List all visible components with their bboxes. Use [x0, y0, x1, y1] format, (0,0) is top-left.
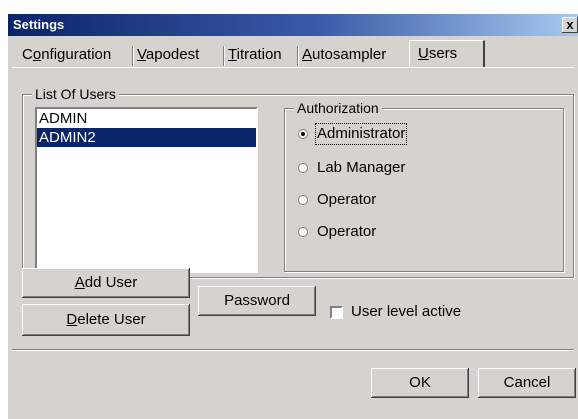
button-label: Password [224, 292, 290, 309]
list-item-admin2[interactable]: ADMIN2 [37, 128, 256, 147]
delete-user-button[interactable]: Delete User [22, 304, 190, 336]
tab-configuration[interactable]: Configuration [22, 44, 111, 66]
tab-autosampler[interactable]: Autosampler [302, 44, 386, 66]
password-button[interactable]: Password [198, 286, 316, 316]
footer-divider [12, 349, 574, 350]
title-bar[interactable]: Settings x [8, 14, 578, 36]
tab-panel-border [12, 67, 574, 68]
button-label: dd User [84, 274, 138, 291]
tab-label: Users [418, 45, 458, 62]
radio-label: Operator [317, 191, 377, 208]
user-level-active-checkbox[interactable] [330, 306, 343, 319]
tab-titration[interactable]: Titration [228, 44, 282, 66]
tab-separator [223, 46, 224, 66]
radio-unchecked-icon [298, 227, 308, 237]
ok-button[interactable]: OK [371, 368, 469, 398]
button-label: OK [409, 374, 431, 391]
add-user-button[interactable]: Add User [22, 268, 190, 298]
tab-separator [132, 46, 133, 66]
radio-unchecked-icon [298, 163, 308, 173]
radio-checked-icon [298, 129, 308, 139]
close-button[interactable]: x [562, 17, 578, 33]
list-of-users-caption: List Of Users [32, 86, 119, 102]
button-label: Cancel [503, 374, 551, 391]
settings-dialog: Settings x Configuration Vapodest Titrat… [8, 14, 578, 419]
tab-vapodest[interactable]: Vapodest [137, 44, 199, 66]
tab-label: Vapodest [137, 46, 200, 63]
accelerator-key: D [66, 311, 78, 328]
tab-separator [297, 46, 298, 66]
authorization-caption: Authorization [294, 100, 382, 116]
tab-label: Configuration [22, 46, 112, 63]
tab-label: Autosampler [302, 46, 387, 63]
tab-label: Titration [228, 46, 282, 63]
window-title: Settings [13, 17, 65, 32]
tab-users[interactable]: Users [409, 40, 485, 67]
radio-label: Lab Manager [317, 159, 406, 176]
radio-label: Administrator [314, 123, 408, 145]
button-label: elete User [77, 311, 146, 328]
radio-label: Operator [317, 223, 377, 240]
user-level-active-label: User level active [351, 303, 462, 320]
cancel-button[interactable]: Cancel [478, 368, 576, 398]
close-icon: x [566, 17, 574, 32]
radio-unchecked-icon [298, 195, 308, 205]
list-item-admin[interactable]: ADMIN [37, 109, 256, 128]
accelerator-key: A [74, 274, 85, 291]
users-listbox[interactable]: ADMIN ADMIN2 [35, 107, 258, 273]
